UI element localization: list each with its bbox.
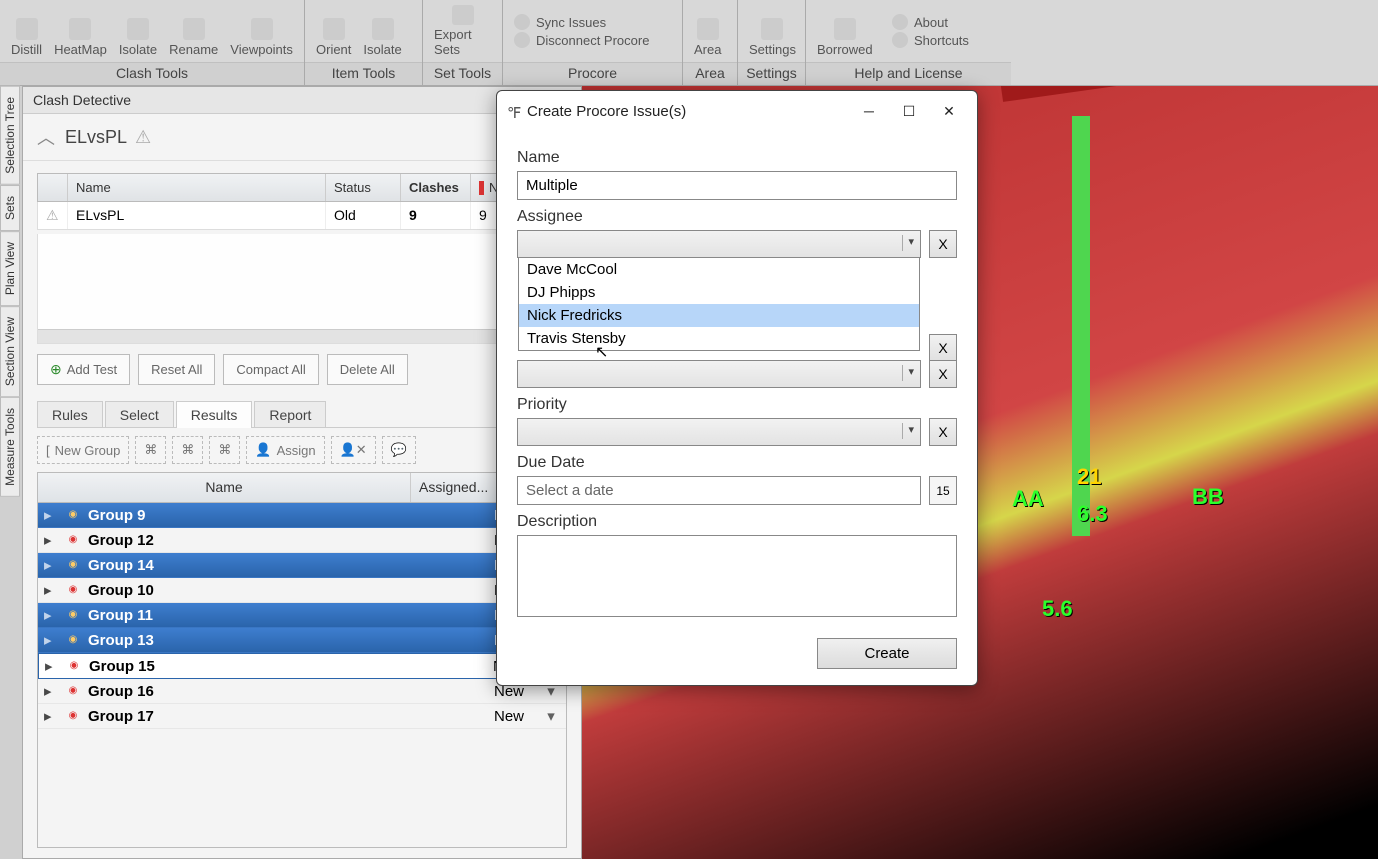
priority-dropdown[interactable] <box>517 418 921 446</box>
side-tab-plan-view[interactable]: Plan View <box>0 231 20 306</box>
ribbon-about[interactable]: About <box>886 13 975 31</box>
ribbon-orient[interactable]: Orient <box>310 3 357 59</box>
clear-assignee-button[interactable]: X <box>929 230 957 258</box>
inner-tabs: Rules Select Results Report <box>37 401 567 428</box>
name-input[interactable] <box>517 171 957 200</box>
close-button[interactable]: ✕ <box>929 97 969 125</box>
comment-button[interactable]: 💬 <box>382 436 416 464</box>
assignee-options: Dave McCoolDJ PhippsNick FredricksTravis… <box>518 257 920 351</box>
ribbon-isolate[interactable]: Isolate <box>113 3 163 59</box>
result-group-row[interactable]: ▸◉Group 9Ne▾ <box>38 503 566 528</box>
results-table: Name Assigned... 📷 💬 ▸◉Group 9Ne▾▸◉Group… <box>37 472 567 848</box>
calendar-icon[interactable]: 15 <box>929 476 957 505</box>
assignee-option[interactable]: Nick Fredricks <box>519 304 919 327</box>
ribbon-shortcuts[interactable]: Shortcuts <box>886 31 975 49</box>
assignee-option[interactable]: DJ Phipps <box>519 281 919 304</box>
ribbon-borrowed[interactable]: Borrowed <box>811 3 879 59</box>
create-button[interactable]: Create <box>817 638 957 669</box>
tests-table: Name Status Clashes New ⚠ ELvsPL Old 9 9… <box>37 173 567 230</box>
assign-button[interactable]: 👤 Assign <box>246 436 324 464</box>
reset-all-button[interactable]: Reset All <box>138 354 215 385</box>
test-row[interactable]: ⚠ ELvsPL Old 9 9 0 <box>37 202 567 230</box>
warning-icon: ⚠ <box>38 202 68 229</box>
chevron-up-icon: ︿ <box>37 124 55 150</box>
tab-select[interactable]: Select <box>105 401 174 428</box>
ribbon: Distill HeatMap Isolate Rename Viewpoint… <box>0 0 1378 86</box>
new-group-button[interactable]: [ New Group <box>37 436 129 464</box>
ribbon-area[interactable]: Area <box>688 3 727 59</box>
unassign-button[interactable]: 👤✕ <box>331 436 376 464</box>
result-group-row[interactable]: ▸◉Group 11Ne▾ <box>38 603 566 628</box>
result-group-row[interactable]: ▸◉Group 16New▾ <box>38 679 566 704</box>
ribbon-disconnect-procore[interactable]: Disconnect Procore <box>508 31 655 49</box>
group-icon-button-3[interactable]: ⌘ <box>209 436 240 464</box>
maximize-button[interactable]: ☐ <box>889 97 929 125</box>
add-test-button[interactable]: Add Test <box>37 354 130 385</box>
tab-rules[interactable]: Rules <box>37 401 103 428</box>
ribbon-isolate-item[interactable]: Isolate <box>357 3 407 59</box>
result-group-row[interactable]: ▸◉Group 12Ne▾ <box>38 528 566 553</box>
result-group-row[interactable]: ▸◉Group 17New▾ <box>38 704 566 729</box>
side-tab-selection-tree[interactable]: Selection Tree <box>0 86 20 185</box>
ribbon-distill[interactable]: Distill <box>5 3 48 59</box>
side-tab-measure-tools[interactable]: Measure Tools <box>0 397 20 497</box>
tab-report[interactable]: Report <box>254 401 326 428</box>
compact-all-button[interactable]: Compact All <box>223 354 318 385</box>
ribbon-sync-issues[interactable]: Sync Issues <box>508 13 655 31</box>
ribbon-heatmap[interactable]: HeatMap <box>48 3 113 59</box>
side-tab-section-view[interactable]: Section View <box>0 306 20 397</box>
ribbon-viewpoints[interactable]: Viewpoints <box>224 3 299 59</box>
result-group-row[interactable]: ▸◉Group 14Ne▾ <box>38 553 566 578</box>
tab-results[interactable]: Results <box>176 401 253 428</box>
side-tabs: Selection Tree Sets Plan View Section Vi… <box>0 86 20 497</box>
result-group-row[interactable]: ▸◉Group 13Ne▾ <box>38 628 566 653</box>
assignee-dropdown[interactable]: Dave McCoolDJ PhippsNick FredricksTravis… <box>517 230 921 258</box>
result-group-row[interactable]: ▸◉Group 15Ne▾ <box>38 653 566 679</box>
type-dropdown[interactable] <box>517 360 921 388</box>
clear-priority-button[interactable]: X <box>929 418 957 446</box>
modal-title: Create Procore Issue(s) <box>527 103 686 120</box>
ribbon-settings[interactable]: Settings <box>743 3 802 59</box>
result-group-row[interactable]: ▸◉Group 10Ne▾ <box>38 578 566 603</box>
group-icon-button[interactable]: ⌘ <box>135 436 166 464</box>
description-input[interactable] <box>517 535 957 617</box>
horizontal-scrollbar[interactable] <box>38 329 566 343</box>
warning-icon: ⚠ <box>135 127 151 148</box>
create-issue-modal: ℉ Create Procore Issue(s) ─ ☐ ✕ Name Ass… <box>496 90 978 686</box>
assignee-option[interactable]: Travis Stensby <box>519 327 919 350</box>
assignee-option[interactable]: Dave McCool <box>519 258 919 281</box>
due-date-input[interactable]: Select a date <box>517 476 921 505</box>
group-icon-button-2[interactable]: ⌘ <box>172 436 203 464</box>
ribbon-export-sets[interactable]: Export Sets <box>428 3 497 59</box>
delete-all-button[interactable]: Delete All <box>327 354 408 385</box>
clear-location-button[interactable]: X <box>929 334 957 362</box>
clear-type-button[interactable]: X <box>929 360 957 388</box>
app-icon: ℉ <box>507 104 521 118</box>
ribbon-rename[interactable]: Rename <box>163 3 224 59</box>
side-tab-sets[interactable]: Sets <box>0 185 20 231</box>
minimize-button[interactable]: ─ <box>849 97 889 125</box>
